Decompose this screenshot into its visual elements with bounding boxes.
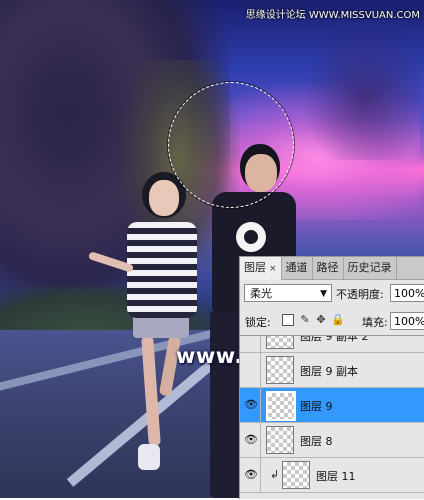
layers-panel: 图层 × 通道 路径 历史记录 柔光 ▼ 不透明度: 100% 锁定: ✎ ✥ 🔒… bbox=[239, 256, 424, 499]
tab-label: 图层 bbox=[244, 261, 266, 274]
close-icon[interactable]: × bbox=[269, 264, 277, 274]
eye-icon[interactable]: 👁 bbox=[244, 434, 258, 446]
layer-thumbnail bbox=[266, 356, 294, 384]
layer-thumbnail bbox=[266, 336, 294, 349]
eye-icon[interactable]: 👁 bbox=[244, 469, 258, 481]
move-icon[interactable]: ✥ bbox=[315, 314, 327, 326]
woman-shoe bbox=[138, 444, 160, 470]
layer-thumbnail bbox=[266, 426, 294, 454]
tab-channels[interactable]: 通道 bbox=[282, 257, 313, 279]
tab-paths[interactable]: 路径 bbox=[313, 257, 344, 279]
panel-tabs: 图层 × 通道 路径 历史记录 bbox=[240, 257, 424, 280]
layer-name: 图层 9 副本 2 bbox=[300, 335, 369, 343]
layer-row[interactable]: 图层 9 副本 bbox=[240, 353, 424, 388]
layer-name: 图层 8 bbox=[300, 435, 333, 448]
layer-list: 图层 9 副本 2 图层 9 副本 👁 图层 9 👁 图层 8 👁 ↲ 图层 1… bbox=[240, 335, 424, 500]
woman-face bbox=[149, 180, 179, 216]
elliptical-selection-marquee[interactable] bbox=[168, 82, 294, 208]
blend-mode-value: 柔光 bbox=[250, 287, 272, 300]
brush-icon[interactable]: ✎ bbox=[299, 314, 311, 326]
blend-mode-select[interactable]: 柔光 ▼ bbox=[244, 284, 332, 302]
fill-field[interactable]: 100% bbox=[390, 312, 424, 330]
opacity-field[interactable]: 100% bbox=[390, 284, 424, 302]
lock-transparency-checkbox[interactable] bbox=[282, 314, 294, 326]
layer-row[interactable]: 👁 图层 8 bbox=[240, 423, 424, 458]
tab-layers[interactable]: 图层 × bbox=[240, 257, 282, 280]
layer-name: 图层 9 bbox=[300, 400, 333, 413]
blend-row: 柔光 ▼ 不透明度: 100% bbox=[240, 283, 424, 305]
shirt-logo-center bbox=[244, 230, 258, 244]
layer-name: 图层 11 bbox=[316, 470, 356, 483]
chevron-down-icon: ▼ bbox=[320, 289, 327, 299]
tab-history[interactable]: 历史记录 bbox=[344, 257, 397, 279]
layer-row-selected[interactable]: 👁 图层 9 bbox=[240, 388, 424, 423]
watermark-top: 思缘设计论坛 WWW.MISSVUAN.COM bbox=[245, 10, 420, 21]
lock-icon[interactable]: 🔒 bbox=[331, 314, 345, 326]
layer-row[interactable]: 图层 9 副本 2 bbox=[240, 335, 424, 353]
layer-row[interactable]: 👁 ↲ 图层 11 bbox=[240, 458, 424, 493]
layer-name: 图层 9 副本 bbox=[300, 365, 358, 378]
trees-right bbox=[300, 20, 420, 160]
woman-striped-shirt bbox=[127, 222, 197, 318]
eye-icon[interactable]: 👁 bbox=[244, 399, 258, 411]
layer-thumbnail bbox=[282, 461, 310, 489]
layer-thumbnail bbox=[266, 391, 296, 421]
opacity-label: 不透明度: bbox=[336, 288, 384, 301]
lock-row: 锁定: ✎ ✥ 🔒 填充: 100% bbox=[240, 311, 424, 333]
clip-arrow-icon: ↲ bbox=[270, 468, 280, 481]
lock-label: 锁定: bbox=[245, 316, 271, 329]
fill-label: 填充: bbox=[362, 316, 388, 329]
